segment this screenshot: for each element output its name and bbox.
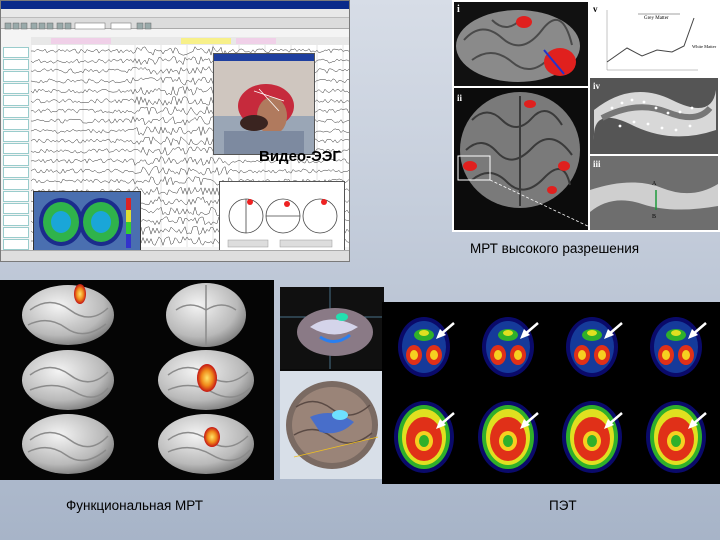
eeg-channel-labels (3, 47, 29, 261)
caption-functional-mri: Функциональная МРТ (66, 498, 203, 513)
pet-slice (646, 401, 707, 473)
eeg-time-ruler (31, 37, 349, 45)
mri-label-v: v (593, 4, 598, 14)
eeg-topographic-maps (33, 191, 141, 255)
eeg-channel-trace (30, 166, 349, 177)
fmri-brain-renders (22, 283, 254, 474)
eeg-window-titlebar (1, 1, 349, 9)
tractography-3d-figure (280, 287, 384, 479)
mri-label-i: i (457, 4, 460, 15)
tractography-images (280, 287, 384, 479)
mri-panels: i v Grey Matter White Matter iv ii iii A… (454, 2, 718, 230)
pet-slice (562, 401, 623, 473)
pet-figure (382, 302, 720, 484)
eeg-window-menubar (1, 9, 349, 18)
mri-label-iv: iv (593, 81, 601, 91)
video-eeg-screenshot (0, 0, 350, 262)
marker-b: B (652, 214, 656, 220)
pet-slice (394, 401, 455, 473)
toolbar-icons (4, 22, 152, 30)
high-resolution-mri-figure: i v Grey Matter White Matter iv ii iii A… (452, 0, 720, 232)
video-titlebar (214, 54, 314, 61)
caption-high-res-mri: МРТ высокого разрешения (470, 241, 640, 256)
caption-pet: ПЭТ (549, 498, 577, 513)
grey-matter-label: Grey Matter (644, 16, 669, 21)
patient-video-image (214, 61, 314, 154)
marker-a: A (652, 181, 657, 187)
mri-label-ii: ii (457, 93, 463, 103)
caption-video-eeg: Видео-ЭЭГ (259, 148, 341, 165)
functional-mri-figure (0, 280, 274, 480)
white-matter-label: White Matter (692, 44, 717, 49)
eeg-window-toolbar (1, 18, 349, 30)
eeg-status-bar (1, 250, 349, 261)
topomap-image (34, 192, 140, 254)
source-localization-heads (220, 182, 344, 252)
pet-slice (478, 401, 539, 473)
mri-label-iii: iii (593, 159, 601, 169)
eeg-source-localization (219, 181, 345, 253)
pet-scan-slices (382, 302, 720, 484)
patient-video-frame (213, 53, 315, 155)
